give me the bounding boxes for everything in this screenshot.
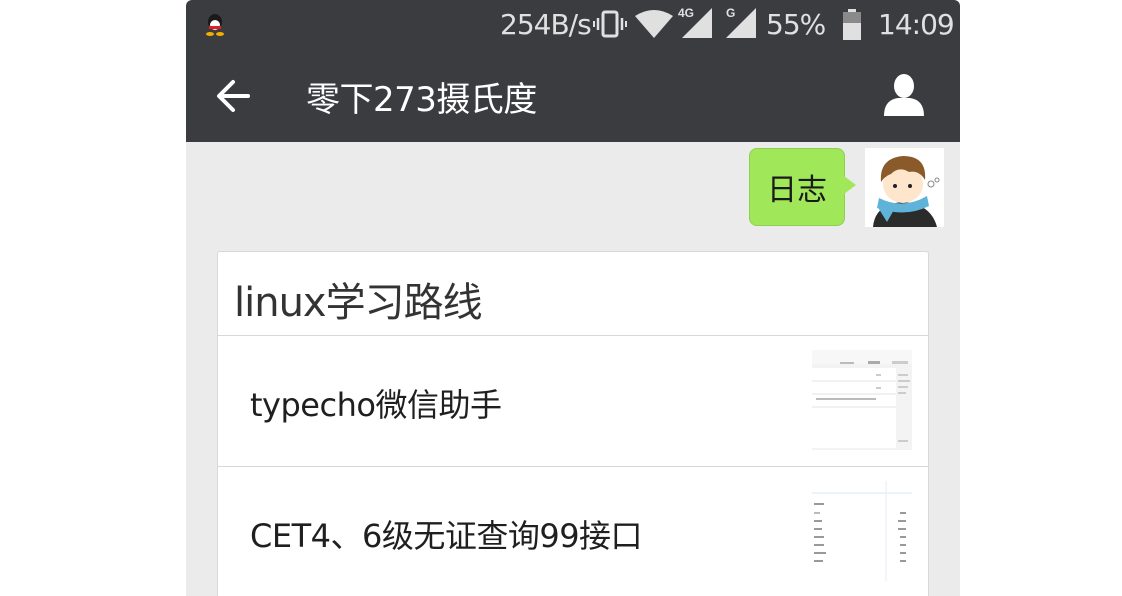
article-thumbnail [812, 481, 912, 581]
message-text: 日志 [767, 173, 827, 208]
person-icon [884, 74, 924, 116]
chat-header: 零下273摄氏度 [186, 50, 960, 142]
clock: 14:09 [878, 8, 955, 41]
article-thumbnail [812, 350, 912, 450]
article-item[interactable]: CET4、6级无证查询99接口 [218, 467, 928, 596]
chat-title: 零下273摄氏度 [306, 80, 537, 120]
arrow-left-icon [217, 80, 250, 112]
sent-message-bubble[interactable]: 日志 [749, 148, 845, 226]
signal-icon: G [726, 6, 756, 38]
cartoon-boy-avatar-icon [865, 148, 944, 227]
avatar[interactable] [865, 148, 944, 227]
article-title: typecho微信助手 [250, 386, 502, 424]
battery-icon [843, 9, 861, 40]
profile-button[interactable] [882, 72, 926, 118]
article-card: linux学习路线 typecho微信助手 CET4、6级无证查询99接口 [217, 251, 929, 596]
qq-icon [206, 14, 224, 36]
wifi-icon [635, 10, 673, 38]
status-bar: 254B/s 4G G 55% 14:09 [186, 0, 960, 50]
vibrate-icon [593, 10, 627, 38]
article-item[interactable]: typecho微信助手 [218, 336, 928, 466]
net-speed: 254B/s [500, 8, 592, 41]
back-button[interactable] [214, 76, 254, 116]
battery-percent: 55% [766, 8, 826, 41]
svg-text:G: G [726, 6, 735, 20]
phone-screen: 254B/s 4G G 55% 14:09 零下273摄氏度 日志 linux学… [186, 0, 960, 596]
signal-icon: 4G [678, 6, 712, 38]
article-title: CET4、6级无证查询99接口 [250, 517, 643, 555]
bubble-tail [844, 176, 856, 194]
screenshot-thumbnail-icon [812, 350, 912, 450]
svg-text:4G: 4G [678, 6, 694, 20]
file-list-thumbnail-icon [812, 481, 912, 581]
card-title[interactable]: linux学习路线 [234, 270, 483, 328]
